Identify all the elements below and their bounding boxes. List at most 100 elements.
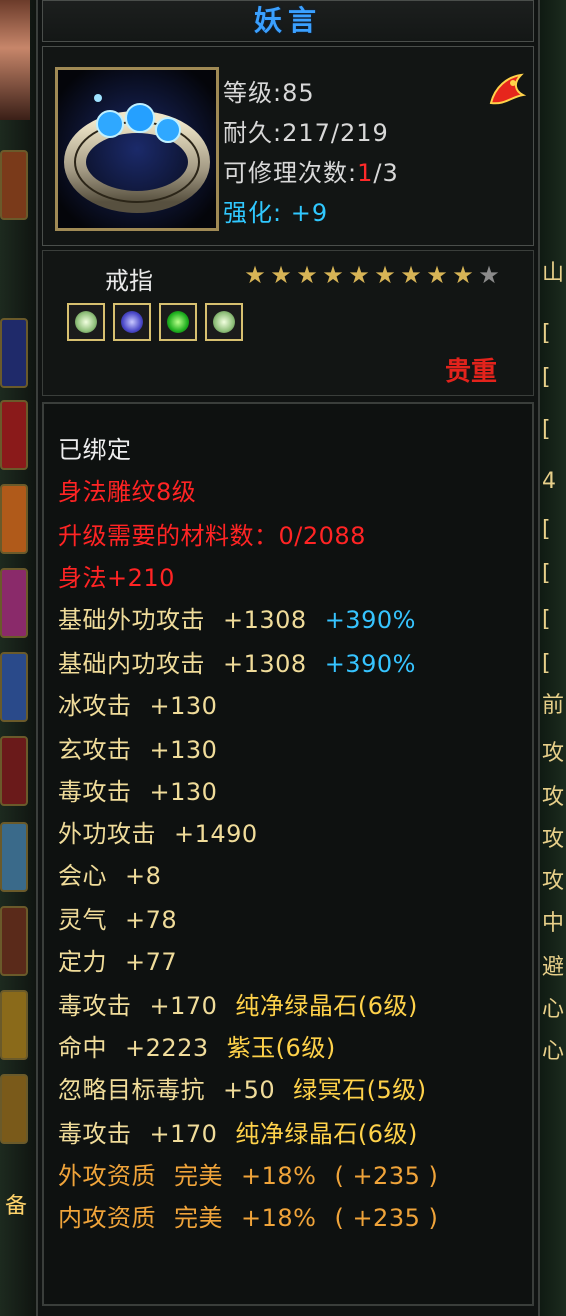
item-level: 等级:85 [223,79,315,107]
stat-value: +78 [125,906,178,934]
upgrade-materials: 升级需要的材料数：0/2088 [58,522,366,550]
stat-label: 定力 [58,948,107,976]
spirit-stat: 灵气 +78 [58,900,177,935]
stat-percent: +390% [324,650,416,678]
side-glyph: 前 [542,693,565,718]
character-portrait[interactable] [0,0,30,120]
side-glyph: [ [542,365,551,390]
stat-label: 灵气 [58,906,107,934]
carve-level: 身法雕纹8级 [58,478,197,506]
stat-label: 冰攻击 [58,692,132,720]
stat-value: +8 [125,862,162,890]
star-icon: ★ [426,261,448,289]
stat-value: +170 [149,992,218,1020]
side-glyph: [ [542,561,551,586]
stat-value: +1490 [174,820,258,848]
side-glyph: 攻 [542,741,565,766]
skill-slot-icon[interactable] [0,568,28,638]
stat-percent: +18% [241,1204,317,1232]
side-glyph: [ [542,651,551,676]
star-icon: ★ [452,261,474,289]
stat-label: 基础外功攻击 [58,606,205,634]
stat-label: 内攻资质 [58,1204,156,1232]
repairs-total: /3 [373,159,399,187]
item-name: 妖言 [253,4,322,37]
star-icon: ★ [244,261,266,289]
gem-name: 纯净绿晶石(6级) [235,992,418,1020]
skill-slot-icon[interactable] [0,150,28,220]
side-glyph: 攻 [542,869,565,894]
gem-bonus-line: 忽略目标毒抗 +50 绿冥石(5级) [58,1070,427,1105]
mystic-attack: 玄攻击 +130 [58,730,217,765]
side-glyph: [ [542,417,551,442]
side-glyph: [ [542,517,551,542]
star-empty-icon: ★ [478,261,500,289]
right-game-strip: 山 [ [ [ 4 [ [ [ [ 前 攻 攻 攻 攻 中 避 心 心 [540,0,566,1316]
gem-name: 紫玉(6级) [226,1034,336,1062]
durability-value: 217/219 [282,119,389,147]
gem-slots [67,303,243,341]
skill-slot-icon[interactable] [0,990,28,1060]
stat-label: 忽略目标毒抗 [58,1076,205,1104]
item-tooltip: 妖言 等级:85 耐久:217/219 可修理次数:1/3 强化: +9 戒指 … [36,0,540,1316]
gem-name: 纯净绿晶石(6级) [235,1120,418,1148]
base-ext-attack: 基础外功攻击 +1308 +390% [58,600,416,635]
skill-slot-icon[interactable] [0,906,28,976]
stat-value: +130 [149,778,218,806]
stat-label: 外攻资质 [58,1162,156,1190]
aptitude-int: 内攻资质 完美 +18% ( +235 ) [58,1198,438,1233]
white-gem-icon[interactable] [67,303,105,341]
item-sub-panel: 戒指 ★ ★ ★ ★ ★ ★ ★ ★ ★ ★ 贵重 [42,250,534,396]
dragon-badge-icon [485,69,527,111]
item-enhance: 强化: +9 [223,193,328,228]
poison-attack: 毒攻击 +130 [58,772,217,807]
aptitude-grade: 完美 [174,1162,223,1190]
attribute-panel: 已绑定 身法雕纹8级 升级需要的材料数：0/2088 身法+210 基础外功攻击… [42,402,534,1306]
skill-slot-icon[interactable] [0,484,28,554]
stat-value: +2223 [125,1034,209,1062]
blue-gem-icon[interactable] [113,303,151,341]
side-glyph: 攻 [542,827,565,852]
aptitude-bonus: ( +235 ) [334,1204,439,1232]
stat-percent: +390% [324,606,416,634]
stat-label: 玄攻击 [58,736,132,764]
crit-stat: 会心 +8 [58,856,161,891]
gem-bonus-line: 毒攻击 +170 纯净绿晶石(6级) [58,1114,418,1149]
skill-slot-icon[interactable] [0,652,28,722]
resolve-stat: 定力 +77 [58,942,177,977]
base-int-attack: 基础内功攻击 +1308 +390% [58,644,416,679]
star-icon: ★ [296,261,318,289]
equipment-tab-label[interactable]: 备 [0,1188,32,1220]
aptitude-ext: 外攻资质 完美 +18% ( +235 ) [58,1156,438,1191]
ice-attack: 冰攻击 +130 [58,686,217,721]
stat-value: +1308 [223,606,307,634]
gem-name: 绿冥石(5级) [293,1076,427,1104]
white-gem-icon[interactable] [205,303,243,341]
skill-slot-icon[interactable] [0,736,28,806]
durability-label: 耐久: [223,119,283,147]
gem-bonus-line: 命中 +2223 紫玉(6级) [58,1028,336,1063]
skill-slot-icon[interactable] [0,822,28,892]
repairs-label: 可修理次数: [223,159,358,187]
star-icon: ★ [374,261,396,289]
stat-label: 毒攻击 [58,1120,132,1148]
gem-bonus-line: 毒攻击 +170 纯净绿晶石(6级) [58,986,418,1021]
stat-label: 毒攻击 [58,778,132,806]
green-gem-icon[interactable] [159,303,197,341]
item-type: 戒指 [105,267,153,295]
item-header-panel: 等级:85 耐久:217/219 可修理次数:1/3 强化: +9 [42,46,534,246]
aptitude-bonus: ( +235 ) [334,1162,439,1190]
star-icon: ★ [270,261,292,289]
item-durability: 耐久:217/219 [223,113,389,148]
skill-slot-icon[interactable] [0,400,28,470]
aptitude-grade: 完美 [174,1204,223,1232]
stat-value: +130 [149,692,218,720]
stat-label: 命中 [58,1034,107,1062]
side-glyph: [ [542,321,551,346]
side-glyph: 避 [542,955,565,980]
stat-label: 会心 [58,862,107,890]
skill-slot-icon[interactable] [0,1074,28,1144]
star-icon: ★ [348,261,370,289]
skill-slot-icon[interactable] [0,318,28,388]
side-glyph: 心 [542,997,565,1022]
